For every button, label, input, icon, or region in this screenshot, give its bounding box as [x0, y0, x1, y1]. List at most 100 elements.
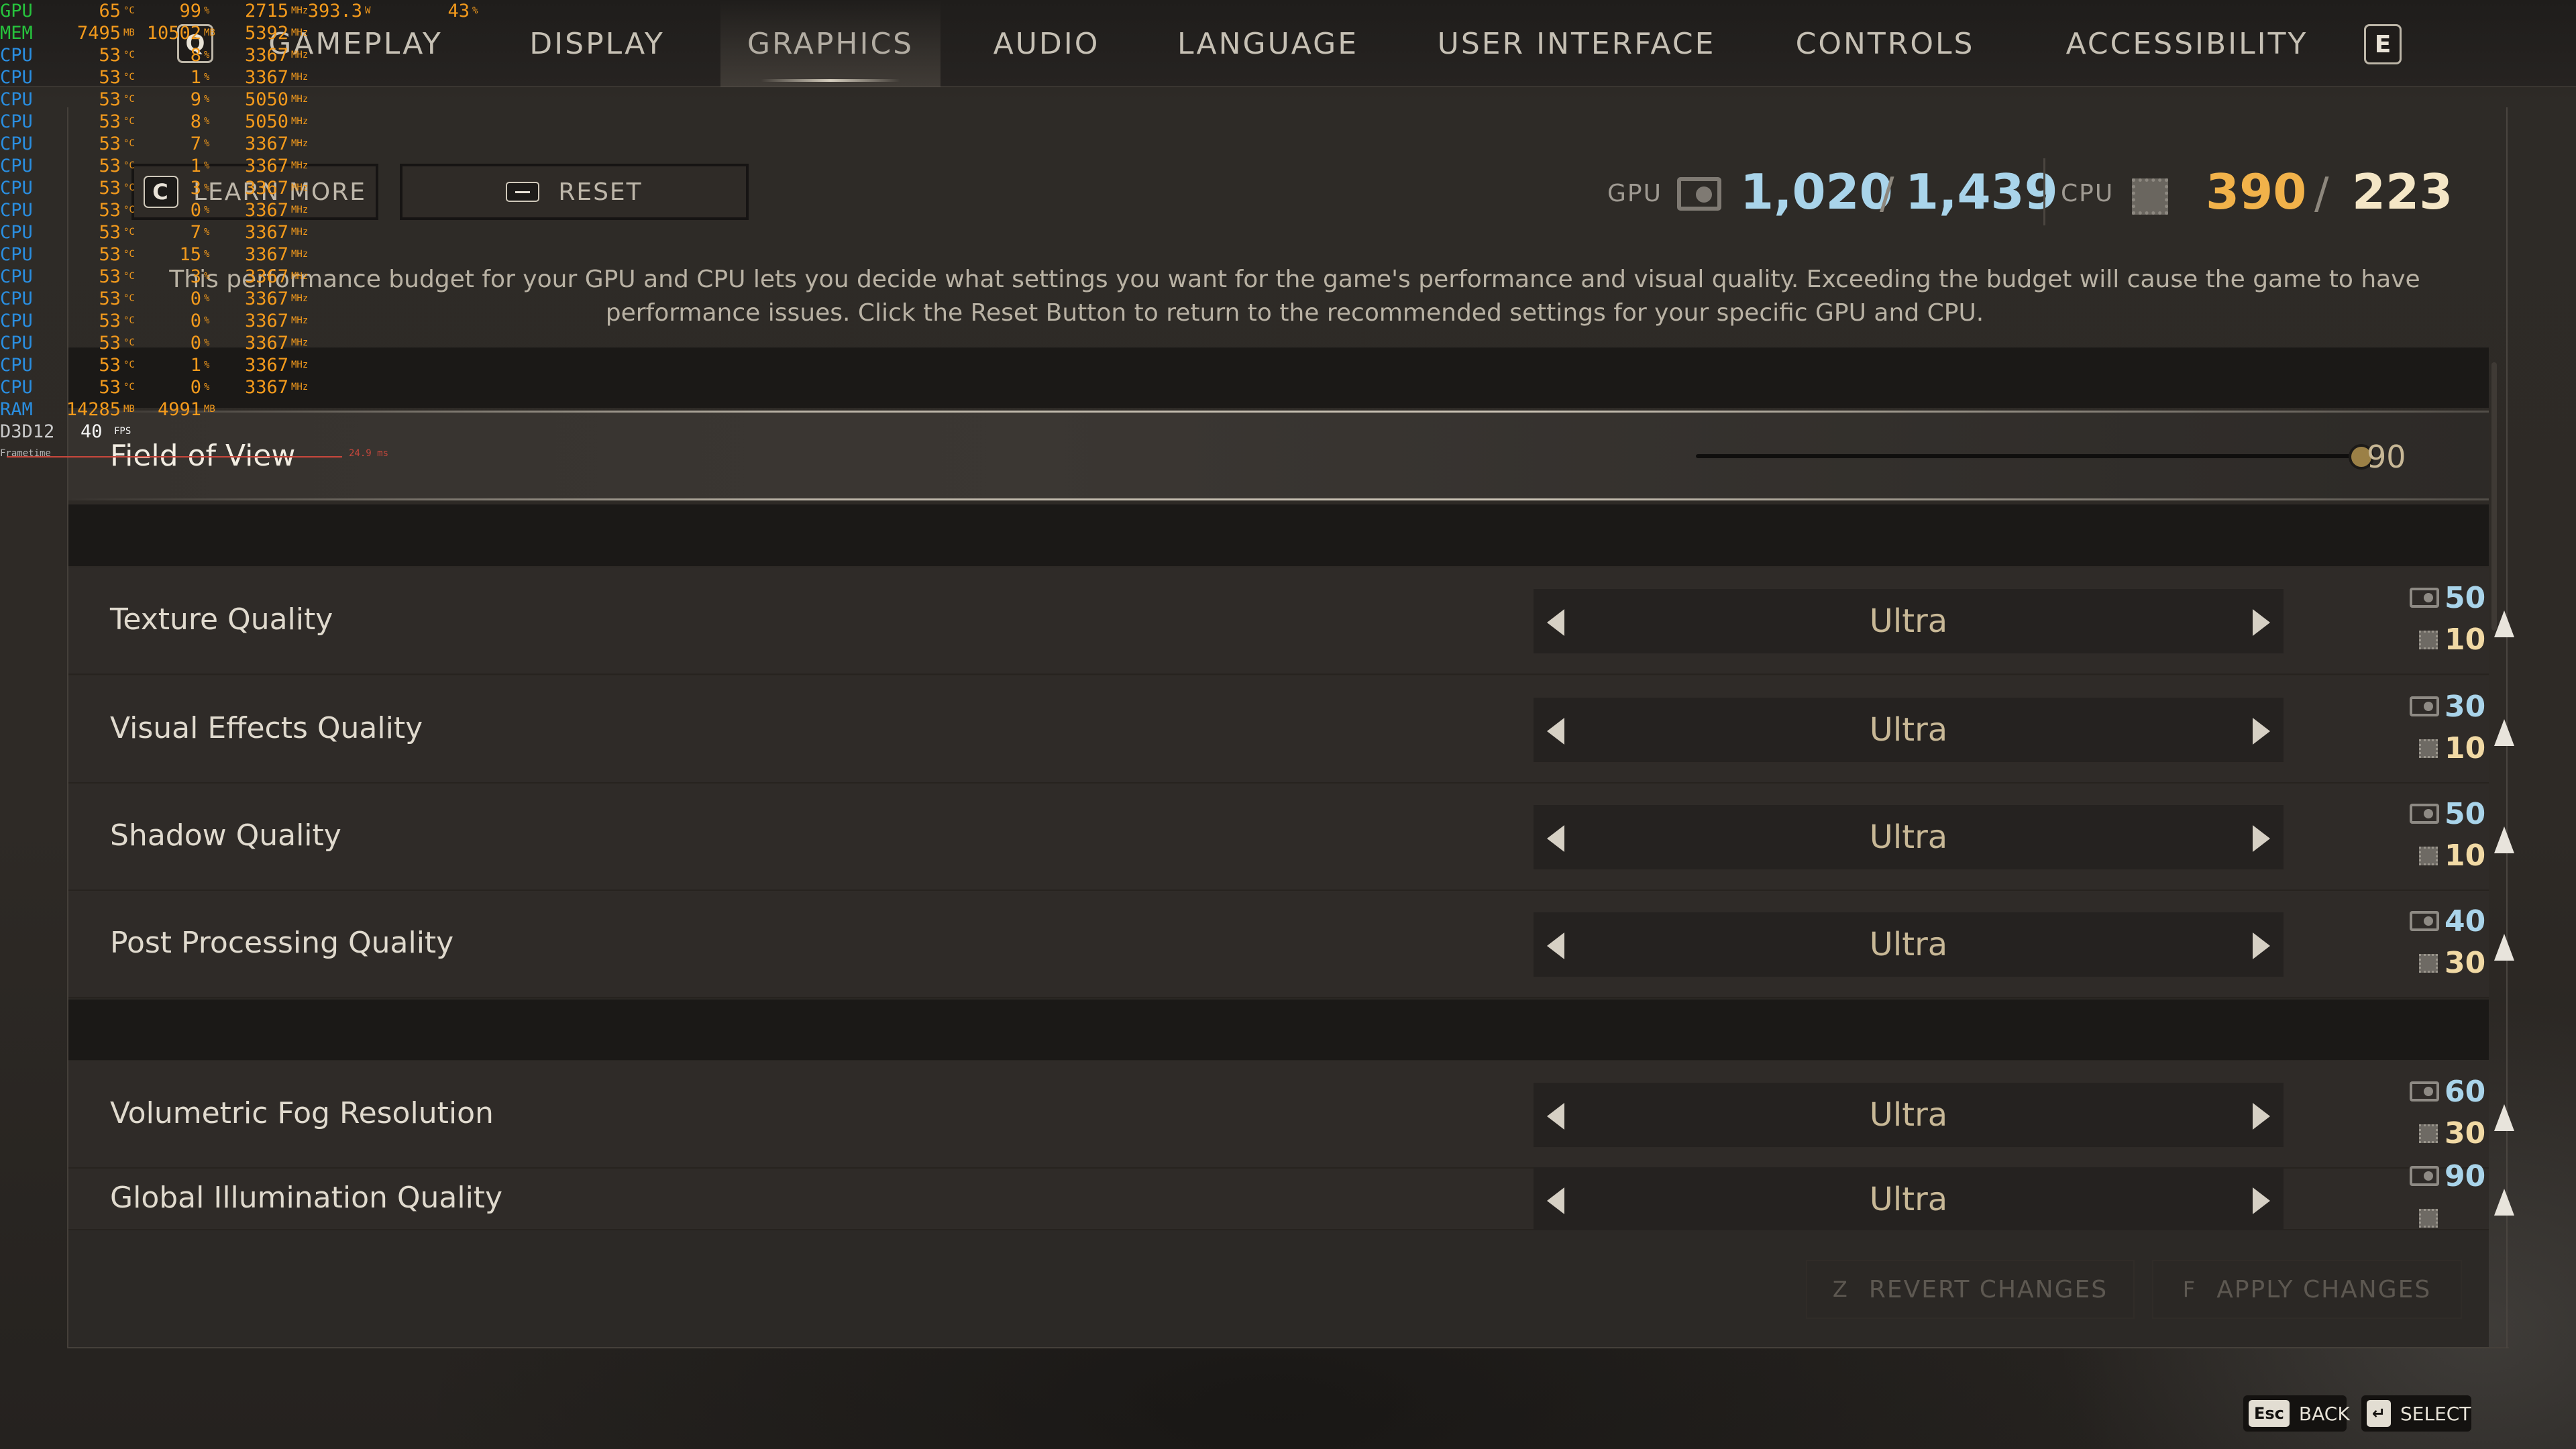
setting-row[interactable]: Post Processing Quality Ultra 40 30	[68, 891, 2514, 998]
osd-row: CPU 53 °C 1% 3367 MHz	[0, 66, 470, 89]
osd-row: CPU 53 °C 1% 3367 MHz	[0, 155, 470, 177]
osd-unit: %	[204, 182, 210, 193]
osd-name: CPU	[0, 266, 33, 287]
osd-unit: °C	[123, 360, 135, 370]
osd-value: 10502	[146, 23, 201, 44]
cpu-icon	[2419, 847, 2438, 865]
osd-name: CPU	[0, 133, 33, 154]
osd-unit: %	[204, 249, 210, 260]
setting-value: Ultra	[1869, 1096, 1948, 1134]
tab-language[interactable]: LANGUAGE	[1154, 0, 1382, 87]
osd-value: 0	[190, 288, 201, 309]
tab-controls[interactable]: CONTROLS	[1771, 0, 1999, 87]
osd-name: CPU	[0, 222, 33, 243]
setting-selector[interactable]: Ultra	[1534, 912, 2284, 977]
chevron-right-icon[interactable]	[2253, 718, 2270, 745]
osd-value: 3367	[244, 133, 288, 154]
osd-unit: %	[204, 94, 210, 105]
osd-value: 7	[190, 222, 201, 243]
osd-value: 53	[99, 156, 121, 176]
osd-name: MEM	[0, 23, 33, 44]
gpu-budget-label: GPU	[1607, 180, 1662, 207]
setting-selector[interactable]: Ultra	[1534, 698, 2284, 762]
setting-selector[interactable]: Ultra	[1534, 589, 2284, 653]
gpu-total-value: 1,439	[1905, 164, 2058, 220]
chevron-right-icon[interactable]	[2253, 1103, 2270, 1130]
next-tab-key[interactable]: E	[2364, 24, 2402, 64]
setting-value: Ultra	[1869, 1181, 1948, 1218]
gpu-separator: /	[1880, 169, 1894, 219]
setting-row[interactable]: Volumetric Fog Resolution Ultra 60 30	[68, 1061, 2514, 1169]
osd-unit: °C	[123, 227, 135, 237]
revert-changes-button[interactable]: Z REVERT CHANGES	[1806, 1260, 2135, 1319]
chevron-right-icon[interactable]	[2253, 609, 2270, 636]
scrollbar-thumb[interactable]	[2491, 362, 2497, 631]
osd-value: 5392	[244, 23, 288, 44]
setting-selector[interactable]: Ultra	[1534, 1167, 2284, 1232]
osd-name: CPU	[0, 311, 33, 331]
chevron-right-icon[interactable]	[2253, 825, 2270, 852]
osd-unit: °C	[123, 337, 135, 348]
osd-fps-row: D3D12 40 FPS	[0, 421, 470, 443]
setting-cost: 50 10	[2410, 797, 2517, 877]
osd-value: 53	[99, 244, 121, 265]
enter-key-icon	[506, 182, 540, 202]
setting-selector[interactable]: Ultra	[1534, 1083, 2284, 1147]
osd-value: 15	[179, 244, 201, 265]
cpu-icon	[2419, 1209, 2438, 1228]
back-hint[interactable]: Esc BACK	[2243, 1395, 2350, 1432]
osd-unit: %	[204, 5, 210, 16]
tab-display[interactable]: DISPLAY	[496, 0, 698, 87]
osd-name: CPU	[0, 377, 33, 398]
osd-unit: MHz	[291, 360, 309, 370]
osd-row: CPU 53 °C 8% 3367 MHz	[0, 44, 470, 66]
tab-audio[interactable]: AUDIO	[966, 0, 1127, 87]
osd-name: CPU	[0, 89, 33, 110]
osd-value: 3367	[244, 67, 288, 88]
setting-label: Post Processing Quality	[110, 926, 454, 960]
osd-unit: °C	[123, 72, 135, 83]
setting-row[interactable]: Visual Effects Quality Ultra 30 10	[68, 676, 2514, 784]
tab-user-interface[interactable]: USER INTERFACE	[1415, 0, 1737, 87]
revert-key: Z	[1832, 1277, 1849, 1302]
setting-selector[interactable]: Ultra	[1534, 805, 2284, 869]
osd-name: GPU	[0, 1, 33, 21]
osd-unit: MHz	[291, 72, 309, 83]
osd-value: 7495	[76, 23, 121, 44]
osd-value: 5050	[244, 111, 288, 132]
reset-label: RESET	[558, 178, 643, 206]
fov-value: 90	[2367, 439, 2406, 475]
osd-unit: MHz	[291, 382, 309, 392]
osd-value: 3367	[244, 288, 288, 309]
osd-name: CPU	[0, 178, 33, 199]
setting-row[interactable]: Global Illumination Quality Ultra 90	[68, 1159, 2514, 1232]
setting-row[interactable]: Texture Quality Ultra 50 10	[68, 568, 2514, 675]
osd-unit: °C	[123, 5, 135, 16]
osd-row: CPU 53 °C 0% 3367 MHz	[0, 199, 470, 221]
tab-graphics[interactable]: GRAPHICS	[720, 0, 941, 87]
apply-changes-button[interactable]: F APPLY CHANGES	[2152, 1260, 2462, 1319]
triangle-up-icon	[2494, 826, 2514, 853]
osd-unit: °C	[123, 249, 135, 260]
osd-unit: °C	[123, 94, 135, 105]
gpu-icon	[2410, 588, 2439, 608]
osd-unit: MHz	[291, 116, 309, 127]
gpu-icon	[1677, 177, 1721, 211]
setting-cost: 50 10	[2410, 581, 2517, 661]
osd-unit: %	[204, 271, 210, 282]
osd-unit: MHz	[291, 94, 309, 105]
chevron-right-icon[interactable]	[2253, 1187, 2270, 1214]
osd-unit: MHz	[291, 337, 309, 348]
cpu-used-value: 390	[2206, 164, 2307, 220]
setting-value: Ultra	[1869, 602, 1948, 640]
osd-unit: MHz	[291, 293, 309, 304]
setting-row[interactable]: Shadow Quality Ultra 50 10	[68, 784, 2514, 891]
chevron-right-icon[interactable]	[2253, 932, 2270, 959]
select-hint[interactable]: ↵ SELECT	[2361, 1395, 2471, 1432]
osd-unit: °C	[123, 205, 135, 215]
gpu-icon	[2410, 1081, 2439, 1102]
fov-slider-track[interactable]	[1696, 444, 2374, 470]
tab-accessibility[interactable]: ACCESSIBILITY	[2039, 0, 2334, 87]
gpu-cost: 90	[2445, 1159, 2486, 1193]
osd-unit: %	[204, 227, 210, 237]
